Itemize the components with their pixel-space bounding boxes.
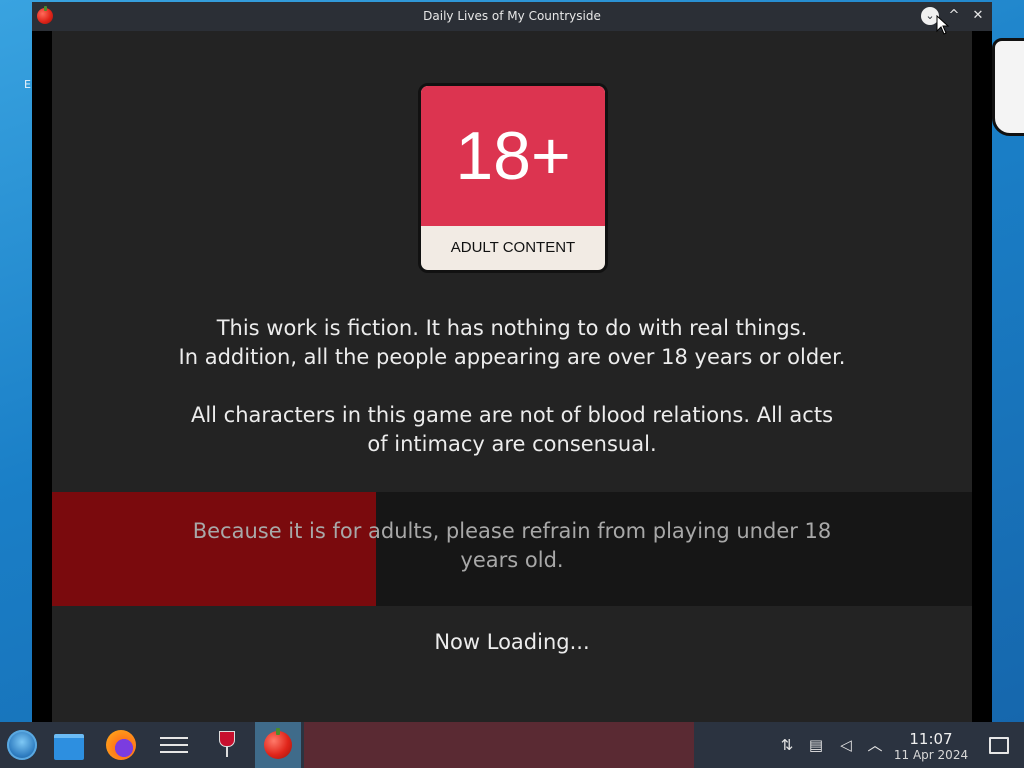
tomato-icon (264, 728, 292, 759)
clock-time[interactable]: 11:07 (890, 730, 972, 748)
show-desktop-button[interactable] (989, 737, 1009, 754)
clipboard-icon[interactable]: ▤ (806, 735, 826, 755)
network-icon[interactable]: ⇅ (777, 735, 797, 755)
firefox-icon (106, 730, 136, 760)
start-icon (7, 730, 37, 760)
wine-glass-icon (219, 731, 235, 757)
desktop-art (992, 38, 1024, 136)
taskbar-firefox[interactable] (99, 722, 145, 768)
game-screen[interactable]: 18+ ADULT CONTENT This work is fiction. … (52, 31, 972, 722)
window-title: Daily Lives of My Countryside (423, 9, 601, 23)
relations-disclaimer: All characters in this game are not of b… (112, 401, 912, 459)
age-rating-badge: 18+ ADULT CONTENT (418, 83, 608, 273)
disclaimer-line-2: In addition, all the people appearing ar… (178, 345, 846, 369)
age-rating-label: 18+ (421, 86, 605, 226)
window-titlebar[interactable]: Daily Lives of My Countryside ⌄ ^ ✕ (32, 2, 992, 31)
age-warning-text: Because it is for adults, please refrain… (112, 517, 912, 575)
taskbar-file-manager[interactable] (46, 722, 92, 768)
muted-speaker-icon[interactable]: ◁ (836, 735, 856, 755)
taskbar-window-area (304, 722, 694, 768)
relations-line-2: of intimacy are consensual. (367, 432, 657, 456)
taskbar-game[interactable] (255, 722, 301, 768)
folder-icon (54, 734, 84, 760)
settings-sliders-icon (160, 734, 188, 756)
warning-line-1: Because it is for adults, please refrain… (192, 519, 832, 543)
chevron-up-icon[interactable]: ︿ (865, 735, 885, 755)
clock-date[interactable]: 11 Apr 2024 (890, 748, 972, 762)
taskbar: ⇅ ▤ ◁ ︿ 11:07 11 Apr 2024 (0, 722, 1024, 768)
loading-text: Now Loading... (434, 630, 590, 654)
age-warning-bar: Because it is for adults, please refrain… (52, 492, 972, 606)
start-button[interactable] (0, 722, 46, 768)
warning-line-2: years old. (460, 548, 564, 572)
disclaimer-line-1: This work is fiction. It has nothing to … (216, 316, 808, 340)
mouse-cursor-icon (936, 15, 950, 35)
relations-line-1: All characters in this game are not of b… (190, 403, 834, 427)
adult-content-label: ADULT CONTENT (450, 239, 576, 256)
fiction-disclaimer: This work is fiction. It has nothing to … (112, 314, 912, 372)
close-button[interactable]: ✕ (969, 7, 987, 25)
taskbar-settings[interactable] (151, 722, 197, 768)
desktop-label: E (24, 78, 31, 91)
taskbar-wine[interactable] (203, 722, 249, 768)
game-window: Daily Lives of My Countryside ⌄ ^ ✕ 18+ … (32, 2, 992, 722)
